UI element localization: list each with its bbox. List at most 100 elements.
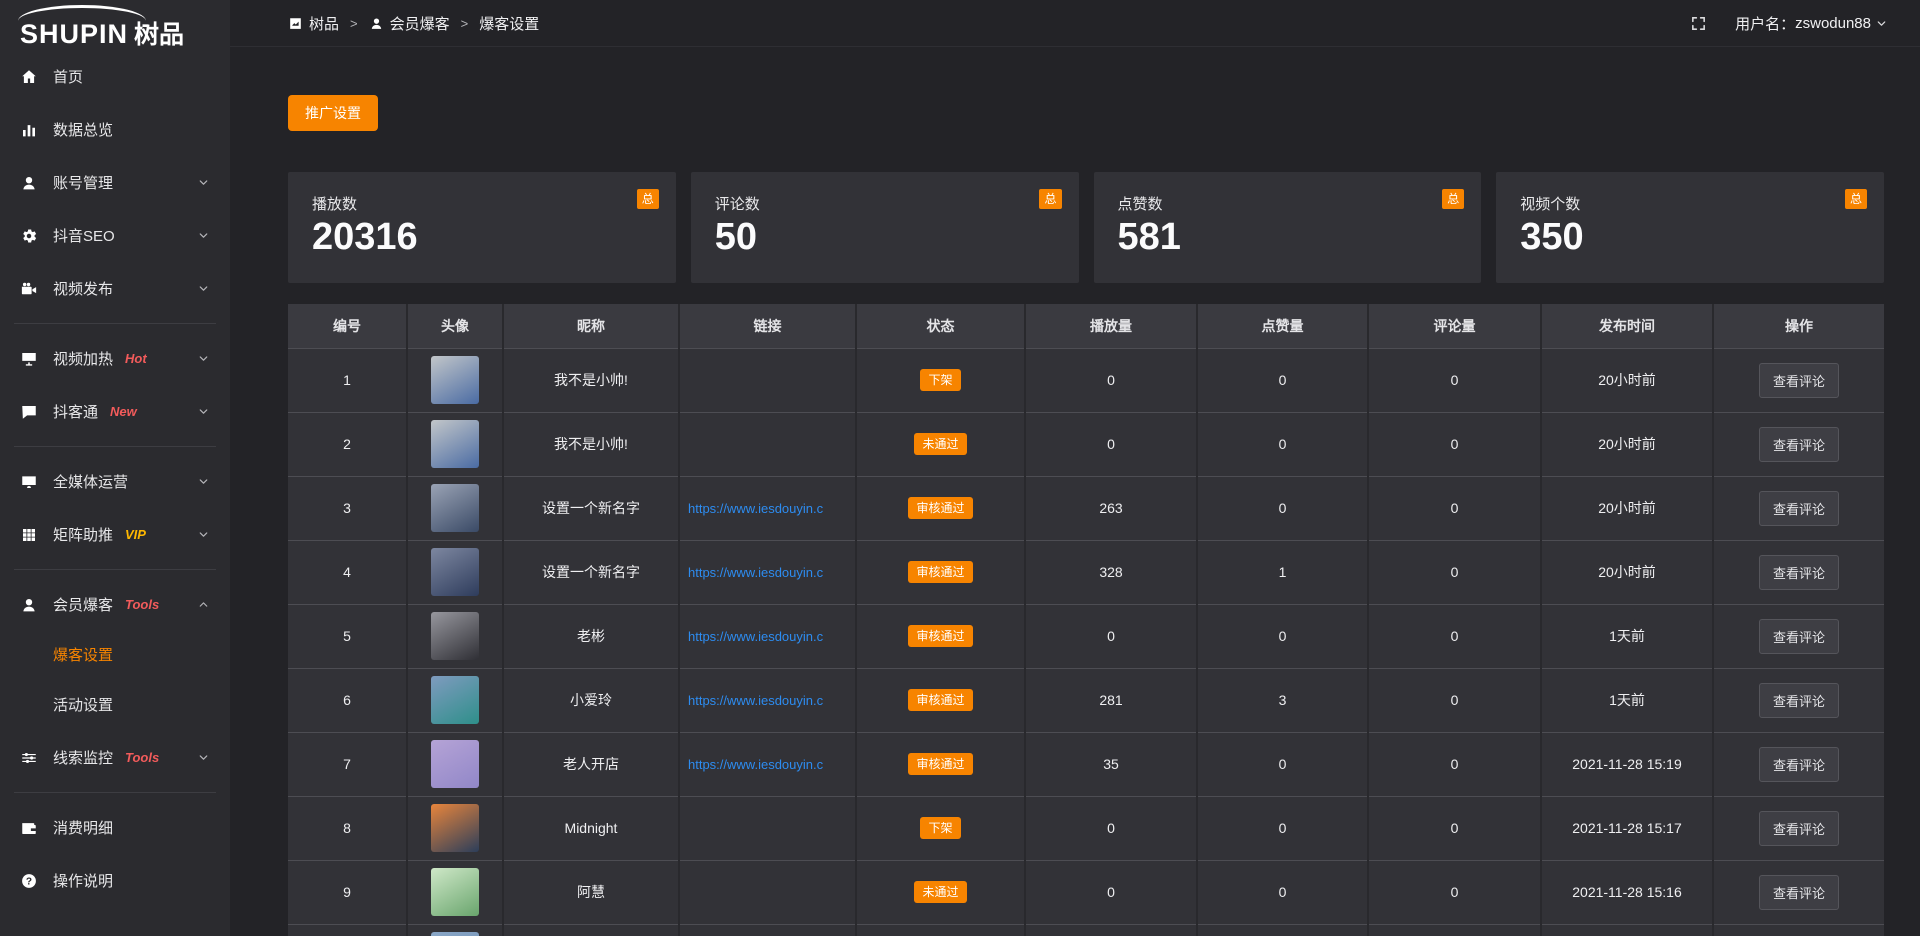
- breadcrumb-separator: >: [461, 16, 469, 31]
- view-comments-button[interactable]: 查看评论: [1759, 683, 1839, 718]
- stat-card: 点赞数 总 581: [1094, 172, 1482, 283]
- chev-up-icon[interactable]: [197, 598, 210, 611]
- table-column-header: 点赞量: [1197, 304, 1368, 348]
- view-comments-button[interactable]: 查看评论: [1759, 875, 1839, 910]
- sidebar-item[interactable]: 线索监控 Tools: [0, 731, 230, 784]
- cell-time: [1541, 924, 1713, 936]
- avatar: [431, 740, 479, 788]
- username-label: 用户名：: [1735, 13, 1795, 34]
- chev-down-icon[interactable]: [197, 352, 210, 365]
- table-row: 6 小爱玲 https://www.iesdouyin.c 审核通过 281 3…: [288, 668, 1884, 732]
- sliders-icon: [20, 749, 38, 767]
- status-badge: 未通过: [914, 433, 966, 455]
- table-column-header: 发布时间: [1541, 304, 1713, 348]
- view-comments-button[interactable]: 查看评论: [1759, 555, 1839, 590]
- logo-text-en: SHUPIN: [20, 21, 128, 48]
- video-link[interactable]: https://www.iesdouyin.c: [680, 629, 855, 644]
- table-column-header: 编号: [288, 304, 407, 348]
- chev-down-icon[interactable]: [197, 282, 210, 295]
- sidebar-subitem[interactable]: 爆客设置: [0, 631, 230, 681]
- sidebar-item-label: 会员爆客: [53, 594, 113, 615]
- cell-nickname: 小爱玲: [503, 668, 679, 732]
- avatar: [431, 932, 479, 936]
- sidebar-item[interactable]: 全媒体运营: [0, 455, 230, 508]
- view-comments-button[interactable]: 查看评论: [1759, 363, 1839, 398]
- breadcrumb: 树品 > 会员爆客 > 爆客设置: [288, 13, 539, 34]
- chev-down-icon[interactable]: [197, 405, 210, 418]
- video-link[interactable]: https://www.iesdouyin.c: [680, 757, 855, 772]
- sidebar-item[interactable]: 矩阵助推 VIP: [0, 508, 230, 561]
- breadcrumb-separator: >: [350, 16, 358, 31]
- cell-id: 3: [288, 476, 407, 540]
- cell-nickname: 设置一个新名字: [503, 540, 679, 604]
- main-column: 树品 > 会员爆客 > 爆客设置 用户名： zswodun88 推广设置 播放数…: [230, 0, 1920, 936]
- fullscreen-icon[interactable]: [1690, 15, 1707, 32]
- promo-settings-button[interactable]: 推广设置: [288, 95, 378, 131]
- chev-down-icon[interactable]: [197, 176, 210, 189]
- accounts-table: 编号头像昵称链接状态播放量点赞量评论量发布时间操作 1 我不是小帅! 下架 0 …: [288, 304, 1884, 936]
- cell-time: 1天前: [1541, 668, 1713, 732]
- sidebar-item[interactable]: 操作说明: [0, 854, 230, 907]
- sidebar-item-label: 全媒体运营: [53, 471, 128, 492]
- stat-card-label: 视频个数: [1520, 193, 1864, 214]
- sidebar-item[interactable]: 首页: [0, 50, 230, 103]
- stat-cards: 播放数 总 20316 评论数 总 50 点赞数 总 581 视频个数 总 35…: [288, 172, 1884, 283]
- sidebar-submenu: 爆客设置活动设置: [0, 631, 230, 731]
- video-link[interactable]: https://www.iesdouyin.c: [680, 693, 855, 708]
- sidebar-item-label: 矩阵助推: [53, 524, 113, 545]
- status-badge: 审核通过: [908, 625, 972, 647]
- sidebar: SHUPIN 树品 首页 数据总览 账号管理: [0, 0, 230, 936]
- sidebar-item[interactable]: 视频加热 Hot: [0, 332, 230, 385]
- cell-comments: [1368, 924, 1541, 936]
- breadcrumb-item[interactable]: 会员爆客: [390, 13, 450, 34]
- status-badge: 审核通过: [908, 561, 972, 583]
- sidebar-item[interactable]: 消费明细: [0, 801, 230, 854]
- sidebar-item[interactable]: 抖音SEO: [0, 209, 230, 262]
- breadcrumb-item[interactable]: 爆客设置: [479, 13, 539, 34]
- chat-icon: [20, 403, 38, 421]
- cell-plays: 0: [1025, 796, 1197, 860]
- cell-time: 2021-11-28 15:19: [1541, 732, 1713, 796]
- view-comments-button[interactable]: 查看评论: [1759, 427, 1839, 462]
- view-comments-button[interactable]: 查看评论: [1759, 491, 1839, 526]
- stat-card-value: 20316: [312, 217, 656, 259]
- status-badge: 下架: [920, 817, 960, 839]
- user-icon: [20, 596, 38, 614]
- cell-comments: 0: [1368, 412, 1541, 476]
- video-link[interactable]: https://www.iesdouyin.c: [680, 565, 855, 580]
- table-row: 7 老人开店 https://www.iesdouyin.c 审核通过 35 0…: [288, 732, 1884, 796]
- cell-likes: 0: [1197, 412, 1368, 476]
- cell-time: 20小时前: [1541, 540, 1713, 604]
- chev-down-icon[interactable]: [197, 528, 210, 541]
- chev-down-icon[interactable]: [197, 229, 210, 242]
- video-link[interactable]: https://www.iesdouyin.c: [680, 501, 855, 516]
- view-comments-button[interactable]: 查看评论: [1759, 619, 1839, 654]
- cell-likes: 0: [1197, 604, 1368, 668]
- sidebar-item[interactable]: 账号管理: [0, 156, 230, 209]
- sidebar-divider: [14, 569, 216, 570]
- chev-down-icon[interactable]: [197, 475, 210, 488]
- view-comments-button[interactable]: 查看评论: [1759, 747, 1839, 782]
- sidebar-item[interactable]: 抖客通 New: [0, 385, 230, 438]
- cell-comments: 0: [1368, 540, 1541, 604]
- sidebar-item[interactable]: 视频发布: [0, 262, 230, 315]
- breadcrumb-item[interactable]: 树品: [309, 13, 339, 34]
- home-icon: [20, 68, 38, 86]
- table-row: 8 Midnight 下架 0 0 0 2021-11-28 15:17 查看评…: [288, 796, 1884, 860]
- logo[interactable]: SHUPIN 树品: [0, 0, 230, 50]
- table-row: 5 老彬 https://www.iesdouyin.c 审核通过 0 0 0 …: [288, 604, 1884, 668]
- view-comments-button[interactable]: 查看评论: [1759, 811, 1839, 846]
- doc-icon: [288, 16, 303, 31]
- sidebar-item-label: 抖音SEO: [53, 225, 115, 246]
- stat-card: 视频个数 总 350: [1496, 172, 1884, 283]
- stat-card: 评论数 总 50: [691, 172, 1079, 283]
- sidebar-item[interactable]: 数据总览: [0, 103, 230, 156]
- user-menu[interactable]: 用户名： zswodun88: [1735, 13, 1888, 34]
- avatar: [431, 484, 479, 532]
- logo-arc-decoration: [18, 5, 146, 21]
- chev-down-icon[interactable]: [197, 751, 210, 764]
- cell-id: 5: [288, 604, 407, 668]
- sidebar-item[interactable]: 会员爆客 Tools: [0, 578, 230, 631]
- sidebar-subitem[interactable]: 活动设置: [0, 681, 230, 731]
- user-area: 用户名： zswodun88: [1690, 13, 1888, 34]
